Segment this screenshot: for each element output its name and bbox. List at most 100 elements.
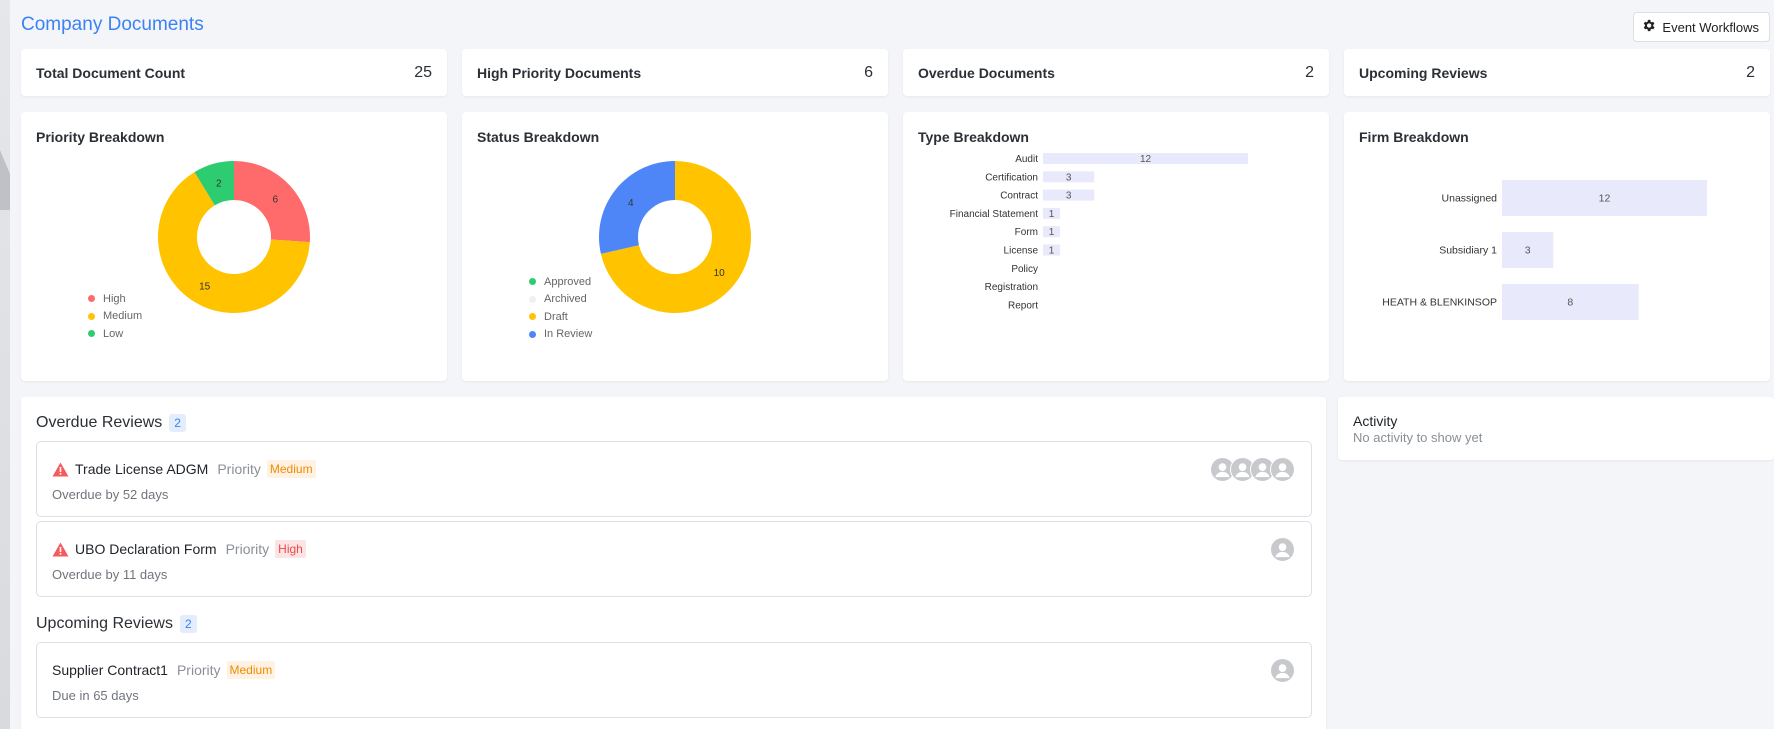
legend-label: Archived bbox=[544, 293, 587, 306]
priority-donut-chart: 6 15 2 bbox=[157, 161, 310, 313]
legend-item: Medium bbox=[88, 308, 142, 326]
legend-dot bbox=[88, 330, 95, 338]
legend-dot bbox=[529, 313, 536, 321]
review-due-text: Due in 65 days bbox=[52, 688, 139, 703]
stat-card-total: Total Document Count 25 bbox=[21, 49, 447, 96]
review-document-name[interactable]: Trade License ADGM bbox=[75, 461, 208, 477]
bar-value-label: 3 bbox=[1066, 191, 1072, 202]
left-edge-strip bbox=[0, 0, 10, 729]
stat-card-high-priority: High Priority Documents 6 bbox=[462, 49, 888, 96]
priority-badge: Medium bbox=[226, 661, 276, 679]
firm-bar-chart: Unassigned 12 Subsidiary 1 3 HEATH & BLENKIN… bbox=[1382, 180, 1707, 320]
bar-category-label: Report bbox=[1008, 300, 1038, 311]
priority-legend: High Medium Low bbox=[88, 290, 142, 343]
priority-label: Priority bbox=[176, 662, 221, 678]
upcoming-reviews-header: Upcoming Reviews 2 bbox=[36, 615, 197, 633]
stat-value: 6 bbox=[864, 63, 873, 81]
bar-category-label: Audit bbox=[1015, 154, 1038, 165]
bar-value-label: 1 bbox=[1049, 227, 1055, 238]
stat-card-upcoming: Upcoming Reviews 2 bbox=[1344, 49, 1770, 96]
legend-item: Low bbox=[88, 325, 142, 343]
overdue-reviews-header: Overdue Reviews 2 bbox=[36, 414, 186, 432]
legend-dot bbox=[529, 330, 536, 338]
type-breakdown-card: Type Breakdown Audit 12 Certification 3 Cont… bbox=[903, 112, 1329, 381]
slice-value-label: 4 bbox=[628, 198, 634, 209]
activity-empty-text: No activity to show yet bbox=[1353, 430, 1483, 445]
stat-value: 2 bbox=[1305, 63, 1314, 81]
stat-label: Total Document Count bbox=[36, 64, 186, 81]
bar-category-label: Unassigned bbox=[1442, 193, 1498, 205]
section-title: Upcoming Reviews bbox=[36, 615, 173, 632]
review-item[interactable]: UBO Declaration Form Priority High Overdue … bbox=[36, 521, 1312, 597]
section-title: Overdue Reviews bbox=[36, 414, 163, 431]
legend-label: Approved bbox=[544, 275, 592, 288]
event-workflows-button[interactable]: Event Workflows bbox=[1633, 12, 1770, 42]
legend-dot bbox=[88, 295, 95, 303]
bar-value-label: 3 bbox=[1066, 172, 1072, 183]
bar-category-label: Form bbox=[1015, 227, 1038, 238]
legend-item: High bbox=[88, 290, 142, 308]
activity-title: Activity bbox=[1353, 413, 1398, 429]
bar-category-label: HEATH & BLENKINSOP bbox=[1382, 297, 1497, 309]
activity-panel: Activity No activity to show yet bbox=[1338, 397, 1774, 460]
priority-label: Priority bbox=[225, 541, 270, 557]
review-due-text: Overdue by 11 days bbox=[52, 567, 168, 582]
legend-label: In Review bbox=[544, 328, 593, 341]
review-document-name[interactable]: Supplier Contract1 bbox=[52, 662, 168, 678]
bar-value-label: 12 bbox=[1599, 193, 1611, 205]
legend-dot bbox=[529, 278, 536, 286]
legend-label: Draft bbox=[544, 310, 568, 323]
legend-label: Low bbox=[103, 327, 124, 340]
status-donut-chart: 10 4 bbox=[599, 161, 751, 313]
avatar[interactable] bbox=[1270, 457, 1295, 482]
bar-category-label: Policy bbox=[1011, 264, 1038, 275]
review-item[interactable]: Supplier Contract1 Priority Medium Due in 6… bbox=[36, 642, 1312, 718]
legend-label: High bbox=[103, 292, 126, 305]
legend-item: Approved bbox=[529, 273, 592, 291]
review-item-header: UBO Declaration Form Priority High bbox=[52, 540, 306, 558]
reviews-panel: Overdue Reviews 2 Trade License ADGM Prio… bbox=[21, 397, 1326, 729]
bar-category-label: Registration bbox=[985, 282, 1038, 293]
gear-icon bbox=[1641, 18, 1656, 36]
legend-dot bbox=[529, 295, 536, 303]
priority-badge: Medium bbox=[266, 460, 316, 478]
status-legend: Approved Archived Draft In Review bbox=[529, 273, 592, 343]
review-item-header: Trade License ADGM Priority Medium bbox=[52, 460, 316, 478]
bar-value-label: 12 bbox=[1140, 154, 1152, 165]
stat-label: High Priority Documents bbox=[477, 64, 642, 81]
legend-item: Archived bbox=[529, 291, 592, 309]
warning-icon bbox=[52, 462, 69, 477]
assignee-avatars bbox=[1270, 658, 1295, 683]
bar-category-label: Contract bbox=[1000, 191, 1038, 202]
stat-label: Upcoming Reviews bbox=[1359, 64, 1488, 81]
avatar[interactable] bbox=[1270, 658, 1295, 683]
stat-value: 25 bbox=[414, 63, 432, 81]
stat-value: 2 bbox=[1746, 63, 1755, 81]
review-document-name[interactable]: UBO Declaration Form bbox=[75, 541, 217, 557]
review-item-header: Supplier Contract1 Priority Medium bbox=[52, 661, 276, 679]
warning-icon bbox=[52, 542, 69, 557]
legend-item: Draft bbox=[529, 308, 592, 326]
count-badge: 2 bbox=[179, 615, 197, 633]
bar-value-label: 1 bbox=[1049, 209, 1055, 220]
bar-value-label: 3 bbox=[1525, 245, 1531, 257]
event-workflows-label: Event Workflows bbox=[1662, 19, 1759, 35]
assignee-avatars bbox=[1210, 457, 1295, 482]
stat-card-overdue: Overdue Documents 2 bbox=[903, 49, 1329, 96]
bar-category-label: Subsidiary 1 bbox=[1439, 245, 1497, 257]
priority-label: Priority bbox=[217, 461, 261, 477]
legend-dot bbox=[88, 312, 95, 320]
slice-value-label: 10 bbox=[714, 268, 726, 279]
priority-badge: High bbox=[275, 540, 306, 558]
page-title: Company Documents bbox=[21, 14, 204, 35]
review-item[interactable]: Trade License ADGM Priority Medium Overdue … bbox=[36, 441, 1312, 517]
avatar[interactable] bbox=[1270, 537, 1295, 562]
legend-label: Medium bbox=[103, 310, 143, 323]
donut-slice-in-review bbox=[599, 161, 675, 254]
bar-value-label: 1 bbox=[1049, 246, 1055, 257]
bar-category-label: License bbox=[1004, 246, 1039, 257]
status-breakdown-card: Status Breakdown 10 4 Approved Archived Dra… bbox=[462, 112, 888, 381]
priority-breakdown-card: Priority Breakdown 6 15 2 High Medium Low bbox=[21, 112, 447, 381]
stat-label: Overdue Documents bbox=[918, 64, 1055, 81]
legend-item: In Review bbox=[529, 326, 592, 344]
